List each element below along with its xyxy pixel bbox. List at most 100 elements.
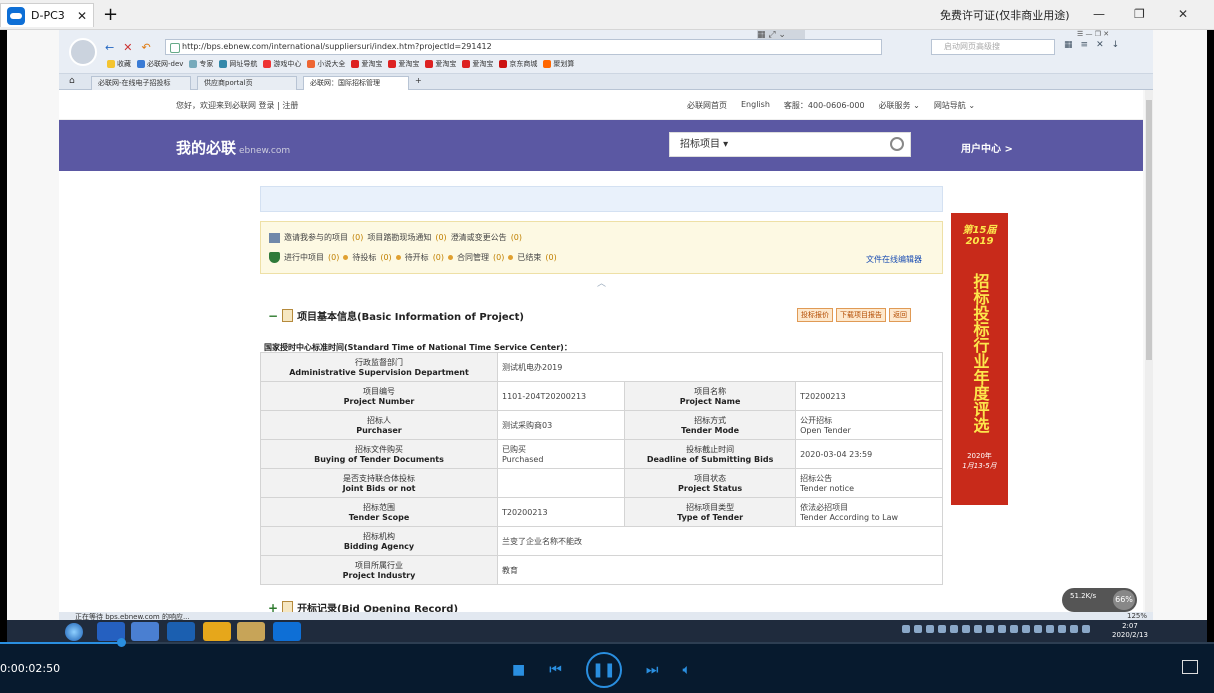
fav-item[interactable]: 专家 bbox=[189, 59, 213, 69]
browser-tab[interactable]: 必联网-在线电子招投标 bbox=[91, 76, 191, 90]
tray-icon[interactable] bbox=[1010, 625, 1018, 633]
volume-icon[interactable]: 🔈︎ bbox=[682, 662, 690, 678]
fav-item[interactable]: 爱淘宝 bbox=[425, 59, 456, 69]
fav-item[interactable]: 聚划算 bbox=[543, 59, 574, 69]
clarify-link[interactable]: 澄清或变更公告 bbox=[451, 232, 507, 243]
home-icon[interactable]: ⌂ bbox=[69, 76, 75, 86]
fullscreen-icon[interactable] bbox=[1182, 660, 1198, 674]
doc-editor-link[interactable]: 文件在线编辑器 bbox=[866, 254, 922, 265]
network-speed-widget[interactable]: 51.2K/s 66% bbox=[1062, 588, 1137, 612]
project-search[interactable]: 招标项目 ▾ bbox=[669, 132, 911, 157]
util-link[interactable]: 必联服务 ⌄ bbox=[879, 100, 920, 111]
fav-item[interactable]: 游戏中心 bbox=[263, 59, 301, 69]
sogou-browser-icon[interactable] bbox=[131, 622, 159, 641]
minimize-icon[interactable]: — bbox=[1093, 7, 1105, 21]
tray-icon[interactable] bbox=[950, 625, 958, 633]
finished-link[interactable]: 已结束 bbox=[517, 252, 541, 263]
fav-item[interactable]: 收藏 bbox=[107, 59, 131, 69]
util-link[interactable]: 网站导航 ⌄ bbox=[934, 100, 975, 111]
browser-window-controls[interactable]: ☰ — ❐ ✕ bbox=[1077, 30, 1109, 38]
grid-icon[interactable]: ▦ bbox=[1064, 40, 1073, 50]
tray-icon[interactable] bbox=[1082, 625, 1090, 633]
bid-opening-title[interactable]: 开标记录(Bid Opening Record) bbox=[297, 600, 458, 612]
fav-item[interactable]: 爱淘宝 bbox=[462, 59, 493, 69]
chrome-icon[interactable] bbox=[203, 622, 231, 641]
menu-icon[interactable]: ≡ bbox=[1081, 40, 1089, 50]
download-report-button[interactable]: 下载项目报告 bbox=[836, 308, 886, 322]
tray-icon[interactable] bbox=[962, 625, 970, 633]
previous-icon[interactable]: ⏮ bbox=[549, 662, 562, 678]
calendar-icon bbox=[269, 232, 280, 243]
fav-item[interactable]: 网址导航 bbox=[219, 59, 257, 69]
tray-icon[interactable] bbox=[1022, 625, 1030, 633]
stop-icon[interactable]: ■ bbox=[512, 662, 525, 678]
user-center-link[interactable]: 用户中心 > bbox=[961, 140, 1013, 155]
new-tab-button[interactable]: + bbox=[415, 76, 422, 85]
page-scrollbar[interactable] bbox=[1145, 90, 1153, 612]
site-visit-link[interactable]: 项目踏勘现场通知 bbox=[367, 232, 431, 243]
explorer-icon[interactable] bbox=[237, 622, 265, 641]
ongoing-link[interactable]: 进行中项目 bbox=[284, 252, 324, 263]
undo-icon[interactable]: ↶ bbox=[141, 41, 150, 54]
fav-item[interactable]: 京东商城 bbox=[499, 59, 537, 69]
tray-icon[interactable] bbox=[1070, 625, 1078, 633]
search-icon[interactable] bbox=[890, 137, 904, 151]
stop-icon[interactable]: ✕ bbox=[123, 41, 132, 54]
contract-link[interactable]: 合同管理 bbox=[457, 252, 489, 263]
playback-progress[interactable] bbox=[0, 638, 1214, 647]
close-window-icon[interactable]: ✕ bbox=[1178, 7, 1188, 21]
maxthon-icon[interactable] bbox=[167, 622, 195, 641]
collapse-chevron-icon[interactable]: ︿ bbox=[597, 276, 606, 289]
fav-item[interactable]: 爱淘宝 bbox=[388, 59, 419, 69]
tray-icon[interactable] bbox=[1046, 625, 1054, 633]
session-tab[interactable]: D-PC3 ✕ bbox=[0, 3, 94, 27]
search-category[interactable]: 招标项目 ▾ bbox=[680, 139, 728, 150]
fav-item[interactable]: 小说大全 bbox=[307, 59, 345, 69]
fav-item[interactable]: 爱淘宝 bbox=[351, 59, 382, 69]
next-icon[interactable]: ⏭ bbox=[646, 662, 659, 678]
tray-icon[interactable] bbox=[1058, 625, 1066, 633]
browser-search-input[interactable]: 启动网页高级搜 bbox=[931, 39, 1055, 55]
address-bar[interactable]: http://bps.ebnew.com/international/suppl… bbox=[165, 39, 882, 55]
favorites-bar: 收藏 必联网-dev 专家 网址导航 游戏中心 小说大全 爱淘宝 爱淘宝 爱淘宝… bbox=[107, 59, 574, 69]
pause-button[interactable]: ❚❚ bbox=[585, 652, 622, 688]
start-button-icon[interactable] bbox=[65, 623, 83, 641]
util-link[interactable]: English bbox=[741, 100, 770, 111]
tray-icon[interactable] bbox=[902, 625, 910, 633]
bid-quote-button[interactable]: 投标报价 bbox=[797, 308, 833, 322]
progress-knob[interactable] bbox=[117, 638, 127, 647]
purchaser-link[interactable]: 测试采购商03 bbox=[496, 410, 626, 440]
util-link[interactable]: 必联网首页 bbox=[687, 100, 727, 111]
pending-open-link[interactable]: 待开标 bbox=[405, 252, 429, 263]
taobao-icon bbox=[388, 60, 397, 68]
add-session-button[interactable]: + bbox=[103, 4, 118, 25]
ad-banner[interactable]: 第15届 2019 招标投标行业年度评选 2020年 1月13-5月 bbox=[951, 213, 1008, 505]
greeting-text[interactable]: 您好，欢迎来到必联网 登录 | 注册 bbox=[176, 100, 298, 111]
user-avatar[interactable] bbox=[69, 38, 97, 66]
expand-section-icon[interactable]: + bbox=[268, 601, 278, 613]
tray-icon[interactable] bbox=[914, 625, 922, 633]
tray-icon[interactable] bbox=[926, 625, 934, 633]
tray-icon[interactable] bbox=[986, 625, 994, 633]
pending-bid-link[interactable]: 待投标 bbox=[352, 252, 376, 263]
back-button[interactable]: 返回 bbox=[889, 308, 911, 322]
teamviewer-taskbar-icon[interactable] bbox=[273, 622, 301, 641]
browser-tab[interactable]: 供应商portal页 bbox=[197, 76, 297, 90]
download-icon[interactable]: ↓ bbox=[1112, 40, 1120, 50]
site-logo[interactable]: 我的必联 ebnew.com bbox=[176, 137, 290, 158]
scrollbar-thumb[interactable] bbox=[1146, 100, 1152, 360]
browser-tab-active[interactable]: 必联网：国际招标管理 bbox=[303, 76, 409, 90]
tray-icon[interactable] bbox=[1034, 625, 1042, 633]
tray-icon[interactable] bbox=[998, 625, 1006, 633]
back-icon[interactable]: ← bbox=[105, 41, 114, 54]
taskbar-clock[interactable]: 2:07 2020/2/13 bbox=[1112, 622, 1148, 640]
invite-link[interactable]: 邀请我参与的项目 bbox=[284, 232, 348, 243]
collapse-section-icon[interactable]: − bbox=[268, 309, 278, 323]
close-tab-icon[interactable]: ✕ bbox=[77, 9, 87, 23]
tray-icon[interactable] bbox=[938, 625, 946, 633]
restore-icon[interactable]: ❐ bbox=[1134, 7, 1145, 21]
tools-icon[interactable]: ✕ bbox=[1096, 40, 1104, 50]
fav-item[interactable]: 必联网-dev bbox=[137, 59, 183, 69]
tray-icon[interactable] bbox=[974, 625, 982, 633]
zoom-level[interactable]: 125% bbox=[1127, 612, 1147, 620]
